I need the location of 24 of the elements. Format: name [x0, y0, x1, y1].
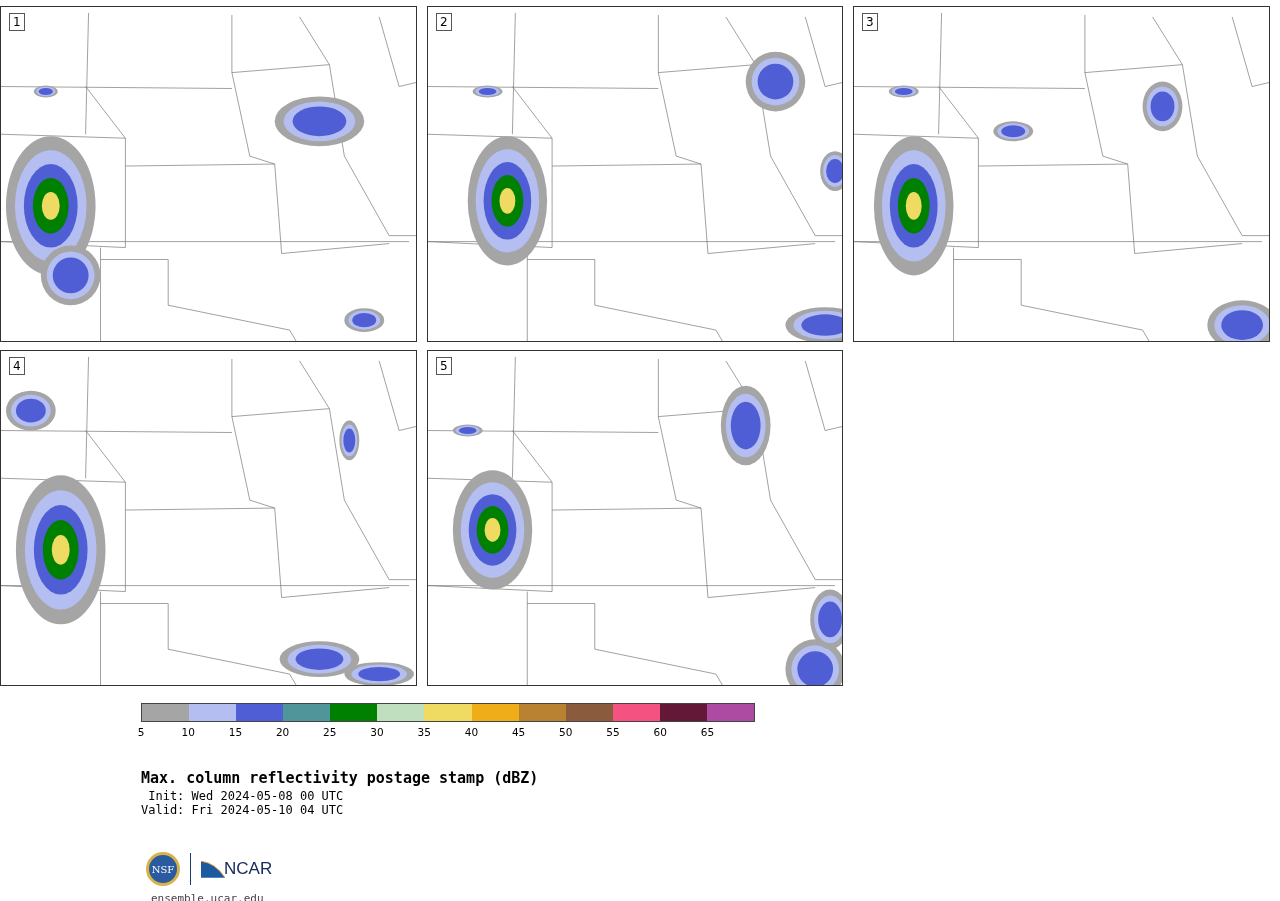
chart-title: Max. column reflectivity postage stamp (dBZ): [141, 769, 540, 787]
tick-label: 15: [228, 726, 243, 738]
panel-number: 1: [9, 13, 25, 31]
tick-label: 5: [137, 726, 145, 738]
tick-label: 65: [700, 726, 715, 738]
tick-label: 35: [417, 726, 431, 738]
tick-label: 50: [559, 726, 573, 738]
tick-label: 60: [653, 726, 667, 738]
tick-label: 40: [464, 726, 479, 738]
init-time: Init: Wed 2024-05-08 00 UTC: [147, 789, 345, 803]
swoosh-icon: [201, 860, 225, 878]
panel-number: 4: [9, 357, 25, 375]
logo-text: NCAR: [224, 859, 273, 879]
panel-number: 3: [862, 13, 878, 31]
tick-label: 20: [275, 726, 290, 738]
emblem-logo: NSF: [146, 852, 180, 886]
valid-time: Valid: Fri 2024-05-10 04 UTC: [141, 803, 345, 817]
tick-label: 55: [606, 726, 620, 738]
tick-label: 45: [511, 726, 526, 738]
tick-label: 30: [370, 726, 384, 738]
tick-label: 25: [323, 726, 337, 738]
panel-number: 2: [436, 13, 452, 31]
tick-label: 10: [181, 726, 195, 738]
panel-number: 5: [436, 357, 452, 375]
